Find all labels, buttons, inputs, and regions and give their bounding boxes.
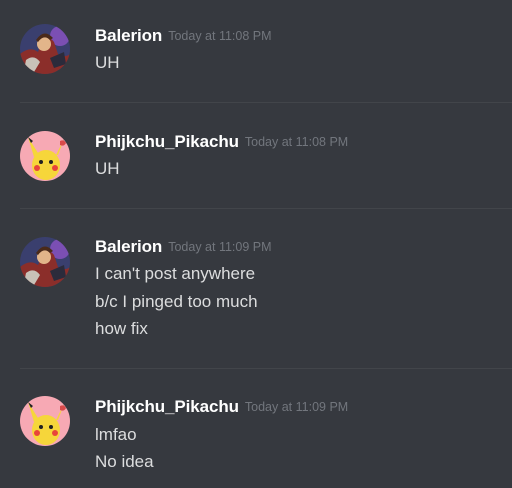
message-header: Phijkchu_Pikachu Today at 11:08 PM [95,132,348,152]
message-text: I can't post anywhere [95,264,256,283]
pikachu-avatar-icon[interactable] [20,131,70,181]
message-text: UH [95,53,120,72]
balerion-avatar-icon[interactable] [20,237,70,287]
username[interactable]: Phijkchu_Pikachu [95,397,239,416]
message-text: b/c I pinged too much [95,292,258,311]
message-text: how fix [95,319,148,338]
chat-message-list: Balerion Today at 11:08 PM UH Phijkchu_Pi… [0,0,512,488]
message-text: No idea [95,452,154,471]
timestamp[interactable]: Today at 11:08 PM [168,29,271,43]
message-text: UH [95,159,120,178]
message-text: lmfao [95,425,137,444]
message-group: Balerion Today at 11:08 PM UH [0,0,512,103]
message-header: Phijkchu_Pikachu Today at 11:09 PM [95,397,348,417]
timestamp[interactable]: Today at 11:09 PM [168,240,271,254]
username[interactable]: Balerion [95,237,162,256]
message-header: Balerion Today at 11:08 PM [95,26,272,46]
message-group: Balerion Today at 11:09 PM I can't post a… [0,208,512,368]
pikachu-avatar-icon[interactable] [20,396,70,446]
username[interactable]: Phijkchu_Pikachu [95,132,239,151]
message-group: Phijkchu_Pikachu Today at 11:08 PM UH [0,103,512,208]
balerion-avatar-icon[interactable] [20,24,70,74]
timestamp[interactable]: Today at 11:09 PM [245,400,348,414]
username[interactable]: Balerion [95,26,162,45]
message-header: Balerion Today at 11:09 PM [95,237,272,257]
message-group: Phijkchu_Pikachu Today at 11:09 PM lmfao … [0,368,512,488]
timestamp[interactable]: Today at 11:08 PM [245,135,348,149]
